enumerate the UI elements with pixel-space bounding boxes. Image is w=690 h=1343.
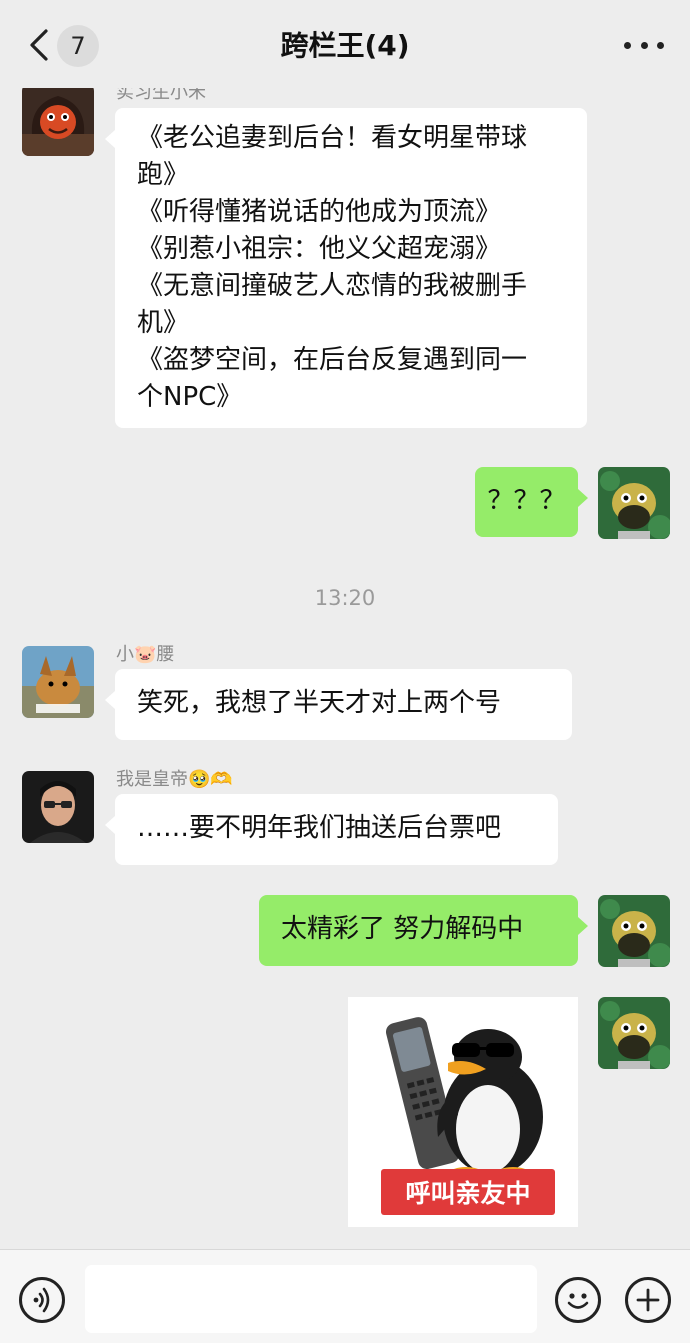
sender-name-prefix: 我是皇帝 [116, 769, 188, 790]
avatar[interactable] [598, 467, 670, 539]
message-bubble: ？？？ [475, 467, 588, 537]
sender-name: 我是皇帝🥹🫶 [116, 765, 233, 791]
message-input[interactable] [85, 1265, 537, 1333]
message-bubble: ……要不明年我们抽送后台票吧 [105, 794, 558, 865]
sender-name: 小🐷腰 [116, 640, 174, 666]
voice-icon[interactable] [19, 1277, 65, 1323]
avatar[interactable] [598, 997, 670, 1069]
sender-emoji: 🐷 [134, 644, 157, 665]
emoji-icon[interactable] [555, 1277, 601, 1323]
message-line: 《老公追妻到后台！看女明星带球 [137, 123, 528, 153]
sender-name-suffix: 腰 [156, 644, 175, 665]
input-bar [0, 1249, 690, 1343]
avatar[interactable] [22, 84, 94, 156]
message-line: 《无意间撞破艺人恋情的我被删手 [137, 271, 528, 301]
sticker-caption: 呼叫亲友中 [381, 1169, 555, 1215]
avatar[interactable] [22, 771, 94, 843]
message-bubble: 太精彩了 努力解码中 [259, 895, 588, 966]
message-line: 跑》 [137, 160, 190, 190]
message-line: ……要不明年我们抽送后台票吧 [137, 813, 502, 843]
message-bubble: 《老公追妻到后台！看女明星带球 跑》 《听得懂猪说话的他成为顶流》 《别惹小祖宗… [105, 108, 587, 428]
sender-name-prefix: 小 [116, 644, 134, 665]
more-dots-icon[interactable] [624, 30, 664, 60]
message-line: 机》 [137, 308, 190, 338]
message-line: 《听得懂猪说话的他成为顶流》 [137, 197, 502, 227]
message-line: 《盗梦空间，在后台反复遇到同一 [137, 345, 528, 375]
chat-header: 7 跨栏王(4) [0, 0, 690, 88]
message-bubble: 笑死，我想了半天才对上两个号 [105, 669, 572, 740]
avatar[interactable] [22, 646, 94, 718]
plus-icon[interactable] [625, 1277, 671, 1323]
message-line: 太精彩了 努力解码中 [281, 914, 524, 944]
chat-title: 跨栏王(4) [280, 29, 410, 62]
message-line: 笑死，我想了半天才对上两个号 [137, 688, 502, 718]
message-line: ？？？ [487, 486, 566, 516]
avatar[interactable] [598, 895, 670, 967]
penguin-phone-sticker[interactable]: 呼叫亲友中 [348, 997, 578, 1227]
timestamp: 13:20 [314, 586, 376, 610]
message-line: 个NPC》 [137, 382, 243, 412]
sender-emoji: 🥹🫶 [188, 769, 233, 790]
message-line: 《别惹小祖宗：他义父超宠溺》 [137, 234, 502, 264]
